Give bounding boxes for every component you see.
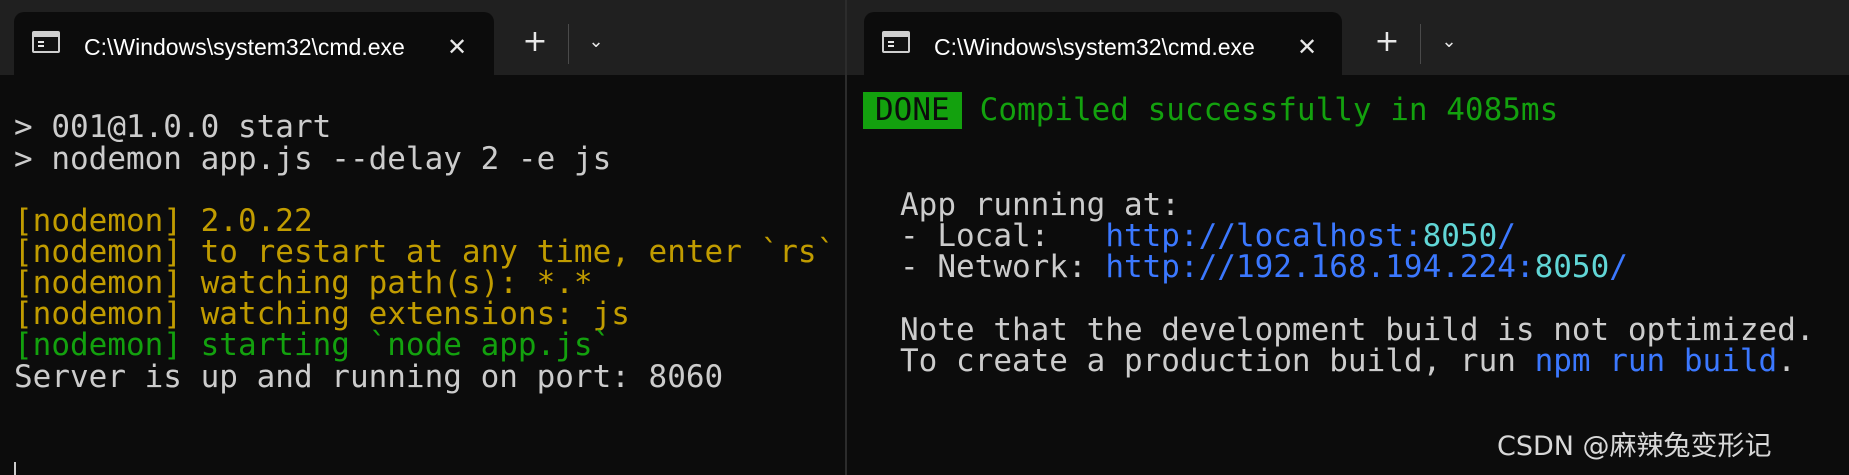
new-tab-button[interactable]: + <box>510 24 560 60</box>
create-suffix: . <box>1777 343 1796 379</box>
tab-title: C:\Windows\system32\cmd.exe <box>84 34 405 60</box>
network-url-line: - Network: http://192.168.194.224:8050/ <box>900 249 1628 286</box>
terminal-line: Server is up and running on port: 8060 <box>14 359 724 395</box>
terminal-output-right[interactable]: DONE Compiled successfully in 4085ms App … <box>847 75 1849 475</box>
text-cursor <box>14 462 16 475</box>
terminal-pane-right[interactable]: C:\Windows\system32\cmd.exe ✕ + ⌄ DONE Co… <box>847 0 1849 475</box>
terminal-line: > nodemon app.js --delay 2 -e js <box>14 141 612 177</box>
compiled-message: Compiled successfully in 4085ms <box>979 92 1559 128</box>
tab-cmd-right[interactable]: C:\Windows\system32\cmd.exe ✕ <box>864 12 1342 75</box>
npm-build-command: npm run build <box>1534 343 1778 379</box>
chevron-down-icon[interactable]: ⌄ <box>576 24 616 60</box>
terminal-pane-left[interactable]: C:\Windows\system32\cmd.exe ✕ + ⌄ > 001@… <box>0 0 845 475</box>
tab-bar-right: C:\Windows\system32\cmd.exe ✕ + ⌄ <box>847 0 1849 75</box>
tab-cmd-left[interactable]: C:\Windows\system32\cmd.exe ✕ <box>14 12 494 75</box>
network-label: - Network: <box>900 249 1106 285</box>
new-tab-button[interactable]: + <box>1362 24 1412 60</box>
terminal-icon <box>32 31 60 53</box>
terminal-output-left[interactable]: > 001@1.0.0 start > nodemon app.js --del… <box>0 75 845 475</box>
tab-title: C:\Windows\system32\cmd.exe <box>934 34 1255 60</box>
close-tab-button[interactable]: ✕ <box>440 30 474 64</box>
tab-bar-left: C:\Windows\system32\cmd.exe ✕ + ⌄ <box>0 0 845 75</box>
watermark: CSDN @麻辣兔变形记 <box>1497 431 1772 462</box>
network-port[interactable]: 8050 <box>1535 249 1610 285</box>
compile-status-line: DONE Compiled successfully in 4085ms <box>863 92 1558 129</box>
tab-divider <box>1420 24 1421 64</box>
close-tab-button[interactable]: ✕ <box>1290 30 1324 64</box>
create-build-line: To create a production build, run npm ru… <box>900 343 1796 380</box>
done-badge: DONE <box>863 92 962 129</box>
tab-divider <box>568 24 569 64</box>
terminal-icon <box>882 31 910 53</box>
network-url-suffix[interactable]: / <box>1609 249 1628 285</box>
create-prefix: To create a production build, run <box>900 343 1535 379</box>
network-url[interactable]: http://192.168.194.224: <box>1105 249 1534 285</box>
chevron-down-icon[interactable]: ⌄ <box>1429 24 1469 60</box>
